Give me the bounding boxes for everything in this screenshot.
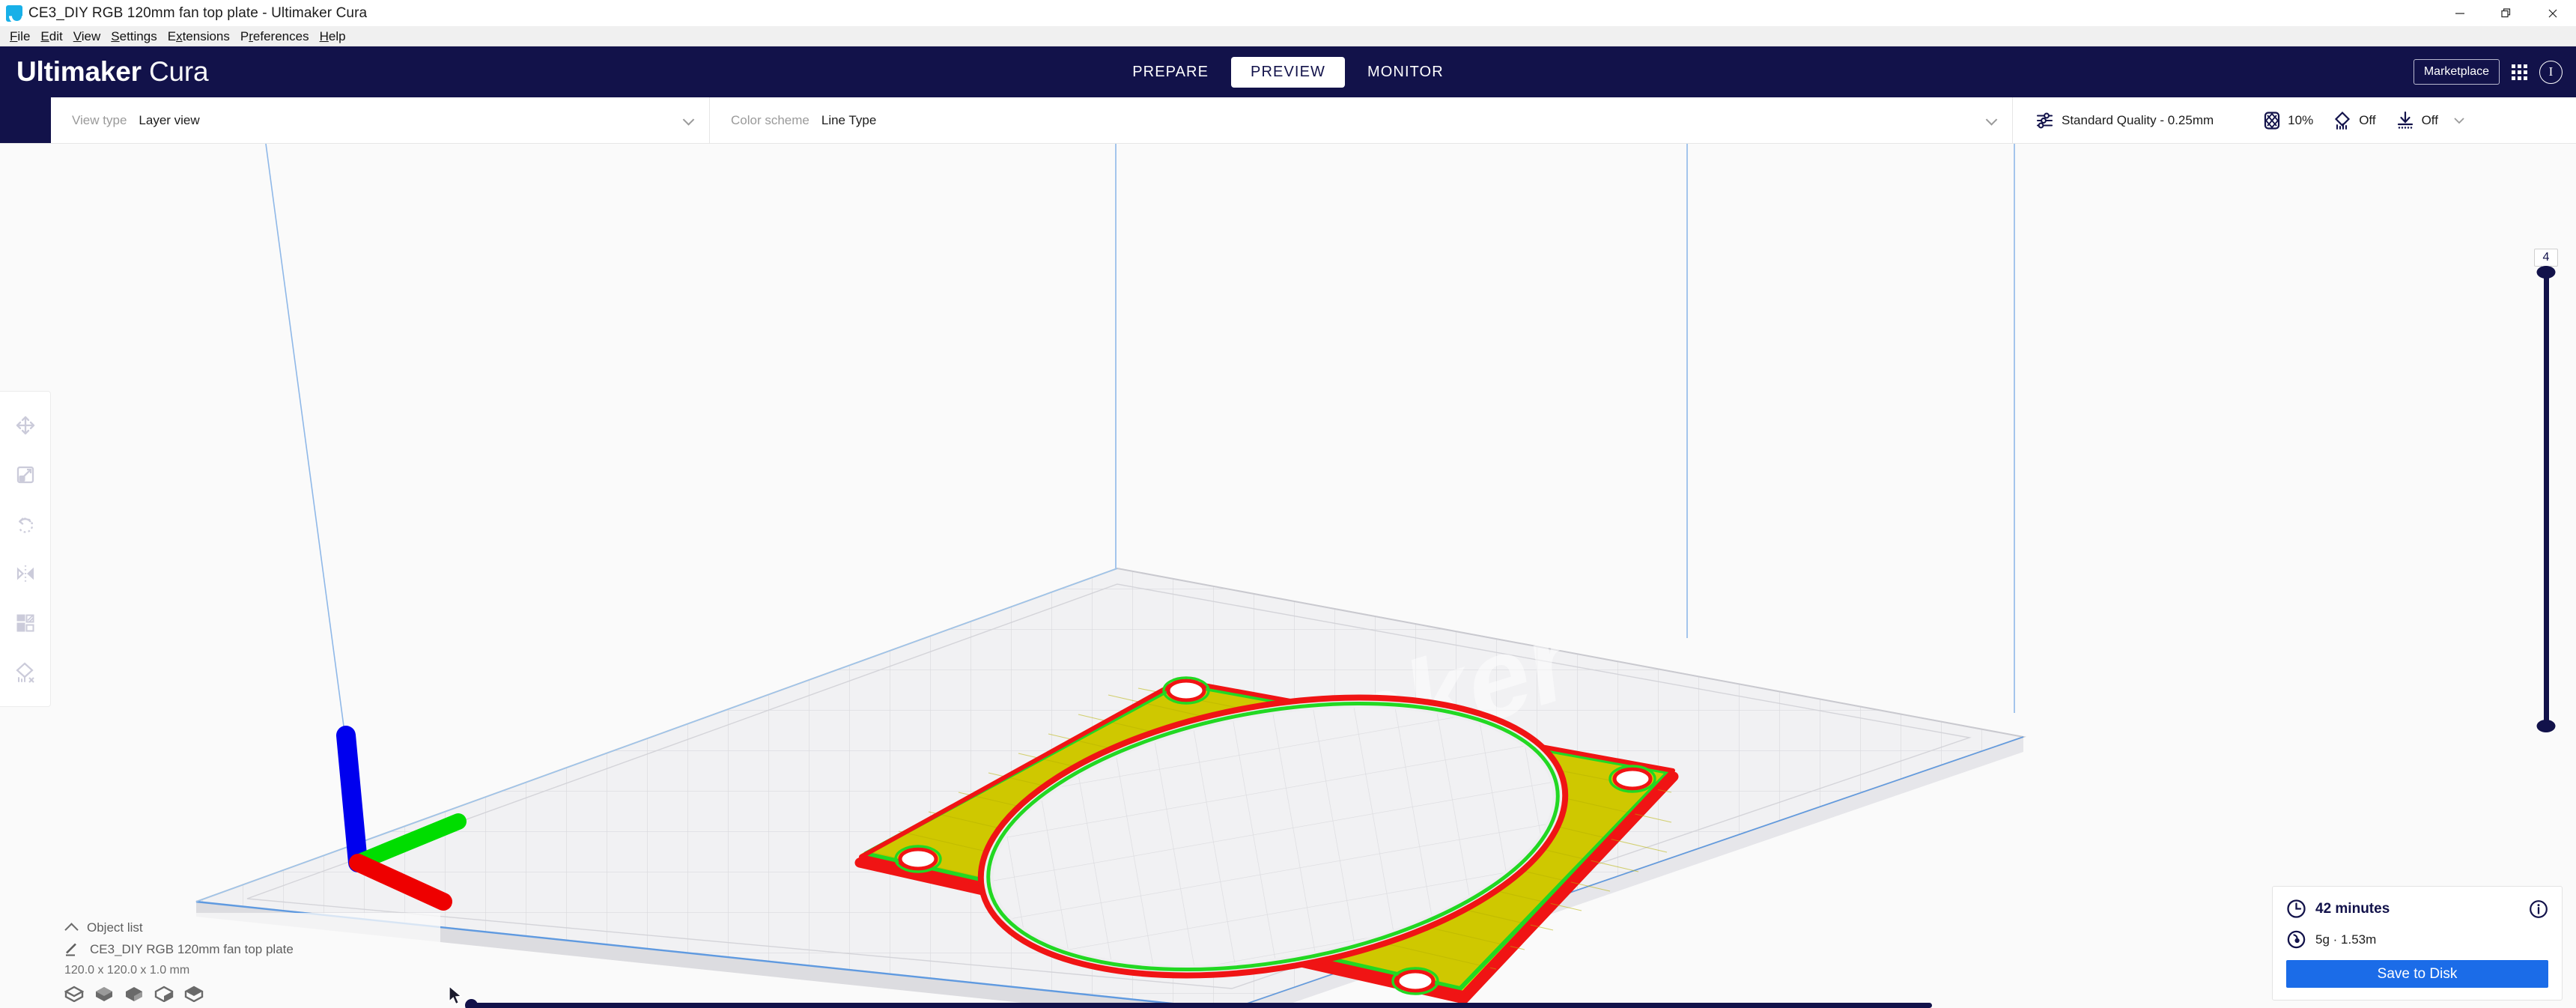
spool-icon [2287,930,2306,949]
restore-button[interactable] [2483,0,2530,27]
support-blocker-tool[interactable] [4,648,46,697]
toolbar-left-filler [0,97,51,143]
chevron-up-icon[interactable] [64,922,79,937]
view-type-label: View type [72,112,127,127]
adhesion-value: Off [2421,112,2438,127]
window-titlebar: CE3_DIY RGB 120mm fan top plate - Ultima… [0,0,2576,27]
stage-tabs: PREPARE PREVIEW MONITOR [0,46,2576,97]
window-controls [2437,0,2576,27]
move-icon [16,416,34,435]
window-title: CE3_DIY RGB 120mm fan top plate - Ultima… [28,4,368,21]
view-left-icon[interactable] [154,986,174,1002]
3d-viewport[interactable]: Ultimaker [0,144,2576,1008]
save-to-disk-button[interactable]: Save to Disk [2286,960,2548,988]
support-icon [2335,111,2351,130]
scale-tool[interactable] [4,450,46,500]
tab-prepare[interactable]: PREPARE [1113,57,1228,88]
rotate-icon [18,517,33,533]
view-type-value: Layer view [139,112,200,127]
app-header: Ultimaker Cura PREPARE PREVIEW MONITOR M… [0,46,2576,97]
info-icon[interactable] [2529,899,2548,919]
view-3d-icon[interactable] [64,986,84,1002]
mesh-type-icon [66,943,76,956]
tab-preview[interactable]: PREVIEW [1231,56,1345,88]
layer-slider-upper-handle[interactable] [2536,266,2556,279]
color-scheme-value: Line Type [821,112,877,127]
adhesion-group[interactable]: Off [2396,111,2438,130]
layer-slider-lower-handle[interactable] [2536,720,2556,732]
view-toolbar: View type Layer view Color scheme Line T… [0,97,2576,144]
material-usage-value: 5g · 1.53m [2315,932,2377,947]
menu-preferences[interactable]: Preferences [235,28,315,46]
infill-value: 10% [2288,112,2314,127]
simulation-scrubber[interactable] [465,999,1932,1008]
infill-group[interactable]: 10% [2263,111,2313,130]
chevron-down-icon [682,113,695,126]
object-list-item[interactable]: CE3_DIY RGB 120mm fan top plate [64,942,440,957]
support-value: Off [2359,112,2376,127]
clock-icon [2287,899,2306,918]
rotate-tool[interactable] [4,500,46,549]
quality-profile-value: Standard Quality - 0.25mm [2062,112,2214,127]
move-tool[interactable] [4,401,46,450]
scale-icon [16,466,34,484]
simulation-scrubber-handle[interactable] [465,999,478,1008]
menu-extensions[interactable]: Extensions [162,28,235,46]
view-type-dropdown[interactable]: View type Layer view [51,97,710,143]
model-tools-rail [0,391,51,707]
material-usage-row: 5g · 1.53m [2286,929,2548,950]
menu-settings[interactable]: Settings [106,28,162,46]
menu-view[interactable]: View [68,28,106,46]
chevron-down-icon [1985,113,1998,126]
camera-view-buttons [64,986,440,1002]
header-actions: Marketplace I [2413,46,2563,97]
axis-z [336,726,368,872]
apps-grid-icon[interactable] [2512,64,2527,80]
infill-icon [2264,111,2280,130]
support-blocker-icon [15,662,34,683]
adhesion-icon [2397,111,2413,129]
color-scheme-dropdown[interactable]: Color scheme Line Type [710,97,2013,143]
sliders-icon [2036,112,2053,128]
print-info-card: 42 minutes 5g · 1.53m Save to Disk [2272,886,2563,1001]
view-top-icon[interactable] [124,986,144,1002]
layer-slider[interactable]: 4 [2533,249,2560,732]
print-settings-summary[interactable]: Standard Quality - 0.25mm 10% Off Off [2013,97,2576,143]
menu-edit[interactable]: Edit [35,28,67,46]
layer-slider-track[interactable] [2536,266,2556,732]
mirror-tool[interactable] [4,549,46,598]
print-time-row: 42 minutes [2286,899,2548,919]
quality-profile-group[interactable]: Standard Quality - 0.25mm [2035,111,2244,130]
close-button[interactable] [2530,0,2576,27]
color-scheme-label: Color scheme [731,112,809,127]
build-plate-scene: Ultimaker [195,144,2026,1008]
layer-slider-value: 4 [2533,249,2559,267]
view-front-icon[interactable] [94,986,114,1002]
minimize-button[interactable] [2437,0,2483,27]
menu-help[interactable]: Help [315,28,351,46]
account-initial: I [2548,64,2554,79]
mirror-icon [16,565,34,582]
menu-bar: File Edit View Settings Extensions Prefe… [0,27,2576,46]
per-model-settings-tool[interactable] [4,598,46,648]
tab-monitor[interactable]: MONITOR [1348,57,1463,88]
object-list-title: Object list [87,920,143,935]
support-group[interactable]: Off [2333,111,2376,130]
view-right-icon[interactable] [184,986,204,1002]
object-list-header[interactable]: Object list [64,920,440,937]
account-circle-icon[interactable]: I [2539,60,2563,84]
chevron-down-icon[interactable] [2452,113,2467,128]
mouse-cursor [449,986,463,1005]
marketplace-button[interactable]: Marketplace [2413,59,2500,85]
object-name: CE3_DIY RGB 120mm fan top plate [90,942,294,956]
object-dimensions: 120.0 x 120.0 x 1.0 mm [64,964,190,977]
print-time-value: 42 minutes [2315,900,2390,917]
cura-logo-icon [6,4,22,22]
menu-file[interactable]: File [4,28,35,46]
object-list-panel: Object list CE3_DIY RGB 120mm fan top pl… [51,913,440,1008]
per-model-settings-icon [16,614,34,632]
